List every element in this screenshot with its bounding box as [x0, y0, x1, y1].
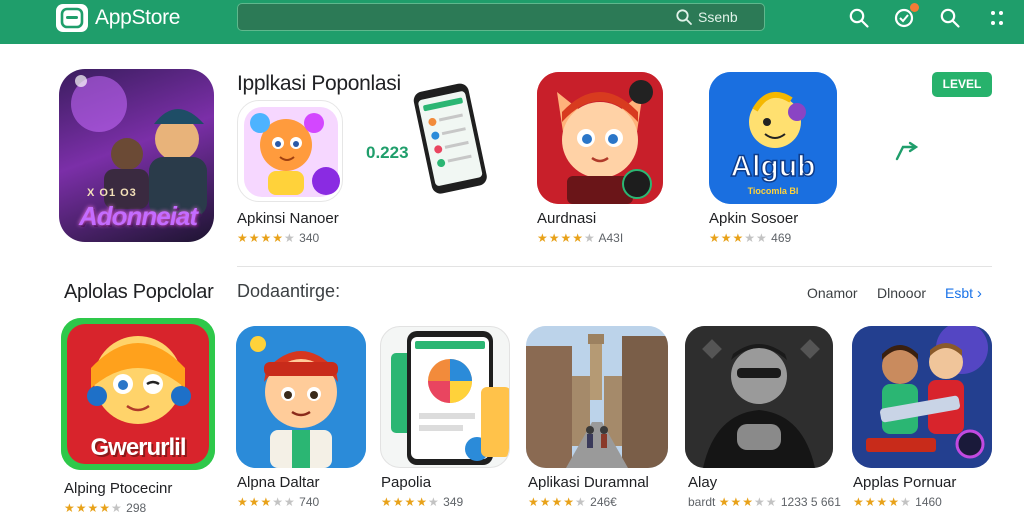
app-name[interactable]: Alay: [688, 474, 717, 491]
app-name[interactable]: Alping Ptocecinr: [64, 480, 172, 497]
search-icon[interactable]: [939, 7, 961, 29]
city-street-image: [526, 326, 668, 468]
section-divider: [237, 266, 992, 267]
star-rating: ★★★★★: [237, 495, 296, 509]
app-rating: ★★★★★ 340: [237, 231, 319, 245]
app-title: AppStore: [95, 6, 181, 29]
search-input-text[interactable]: Ssenb: [698, 9, 738, 25]
notification-badge: [910, 3, 919, 12]
star-rating: ★★★★★: [237, 231, 296, 245]
app-icon-tile[interactable]: [526, 326, 668, 468]
filter-link[interactable]: Dlnooor: [877, 285, 926, 301]
forward-arrow-icon[interactable]: [893, 141, 921, 165]
app-rating: ★★★★★ 246€: [528, 495, 617, 509]
app-icon-tile[interactable]: [537, 72, 663, 204]
app-icon-tile[interactable]: [380, 326, 510, 468]
app-rating: ★★★★★ A43I: [537, 231, 623, 245]
star-rating: ★★★★★: [709, 231, 768, 245]
app-rating: ★★★★★ 469: [709, 231, 791, 245]
popular-section-title: Aplolas Popclolar: [64, 281, 214, 303]
app-icon-tile[interactable]: Gwerurlil: [61, 318, 215, 470]
tile-logo-subtext: Tiocomla Bl: [748, 186, 799, 196]
app-rating: ★★★★★ 298: [64, 501, 146, 512]
search-bar[interactable]: Ssenb: [237, 3, 765, 31]
fox-character-icon: [537, 72, 663, 204]
star-rating: ★★★★★: [528, 495, 587, 509]
star-rating: ★★★★★: [381, 495, 440, 509]
cartoon-boy-icon: [236, 326, 366, 468]
rating-count: 340: [299, 231, 320, 245]
cartoon-character-icon: [244, 107, 340, 197]
banner-small-text: X O1 O3: [87, 187, 137, 199]
app-name[interactable]: Alpna Daltar: [237, 474, 320, 491]
featured-section-title: Ipplkasi Poponlasi: [237, 72, 401, 95]
app-rating: ★★★★★ 740: [237, 495, 319, 509]
popular-section-subtitle: Dodaantirge:: [237, 281, 341, 301]
rating-count: 469: [771, 231, 792, 245]
phone-app-icon: [391, 331, 509, 465]
app-icon-tile[interactable]: [237, 100, 343, 202]
search-icon[interactable]: [848, 7, 870, 29]
star-rating: ★★★★★: [718, 495, 778, 509]
see-all-label: Esbt: [945, 285, 974, 301]
app-name[interactable]: Applas Pornuar: [853, 474, 956, 491]
filter-link[interactable]: Onamor: [807, 285, 858, 301]
rating-count: 1233 5 661: [780, 495, 841, 509]
app-name[interactable]: Apkinsi Nanoer: [237, 210, 339, 227]
star-rating: ★★★★★: [853, 495, 912, 509]
app-rating: ★★★★★ 349: [381, 495, 463, 509]
rating-count: 298: [126, 501, 147, 512]
rating-count: 349: [443, 495, 464, 509]
tile-caption: Gwerurlil: [90, 434, 186, 461]
tile-logo-text: Algub: [731, 150, 816, 183]
rating-count: 1460: [915, 495, 942, 509]
rating-count: 740: [299, 495, 320, 509]
level-button[interactable]: LEVEL: [932, 72, 992, 97]
star-rating: ★★★★★: [64, 501, 123, 512]
app-name[interactable]: Aplikasi Duramnal: [528, 474, 649, 491]
more-icon[interactable]: [986, 7, 1008, 29]
rating-prefix: bardt: [688, 495, 716, 509]
search-icon: [676, 9, 692, 25]
phone-illustration: [413, 83, 487, 194]
rating-count: 246€: [590, 495, 617, 509]
featured-app-banner[interactable]: X O1 O3 Adonneiat: [59, 69, 214, 242]
app-name[interactable]: Apkin Sosoer: [709, 210, 798, 227]
app-icon-tile[interactable]: [685, 326, 833, 468]
app-name[interactable]: Papolia: [381, 474, 431, 491]
app-icon-tile[interactable]: [236, 326, 366, 468]
star-rating: ★★★★★: [537, 231, 596, 245]
see-all-link[interactable]: Esbt ›: [945, 285, 982, 302]
game-kids-icon: [852, 326, 992, 468]
portrait-photo-image: [685, 326, 833, 468]
app-rating: ★★★★★ 1460: [853, 495, 942, 509]
chevron-right-icon: ›: [976, 285, 982, 302]
top-app-bar: AppStore Ssenb: [0, 0, 1024, 44]
appstore-logo-icon[interactable]: [56, 4, 88, 32]
app-name[interactable]: Aurdnasi: [537, 210, 596, 227]
featured-number: 0.223: [366, 143, 409, 162]
rating-count: A43I: [598, 231, 624, 245]
algub-logo-icon: Algub Tiocomla Bl: [709, 72, 837, 204]
app-rating: bardt ★★★★★ 1233 5 661: [688, 495, 841, 509]
app-icon-tile[interactable]: Algub Tiocomla Bl: [709, 72, 837, 204]
banner-caption: Adonneiat: [78, 201, 198, 231]
app-icon-tile[interactable]: [852, 326, 992, 468]
